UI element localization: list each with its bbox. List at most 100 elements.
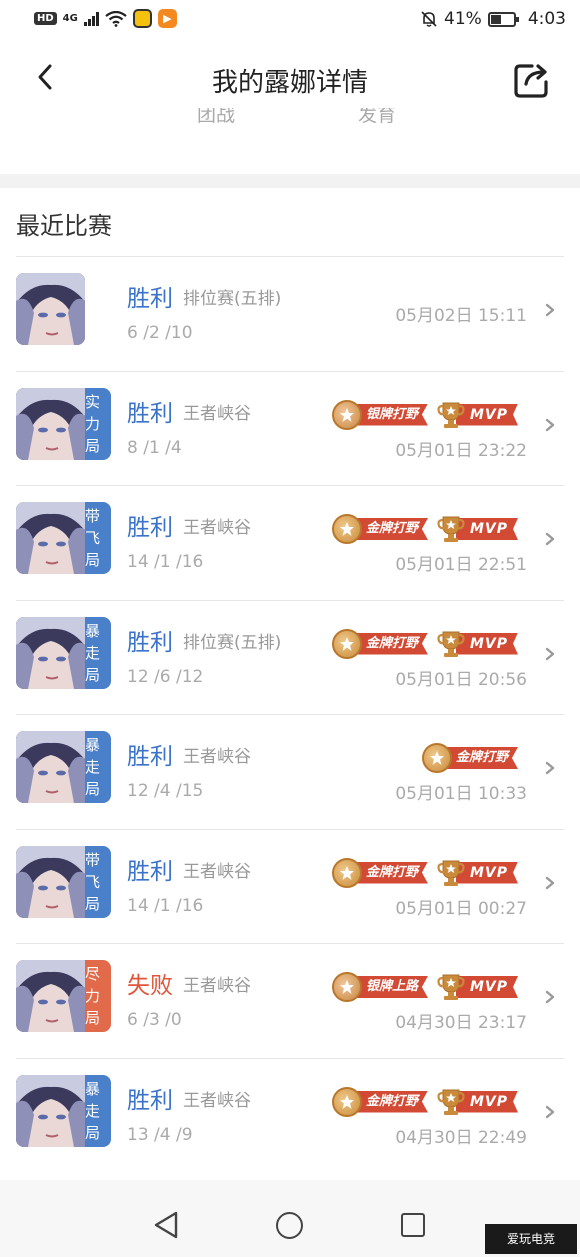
match-list: 胜利 排位赛(五排) 6 /2 /10 05月02日 15:11 实力局 胜利 王者峡谷 8… — [16, 256, 564, 1172]
status-right: 41% 4:03 — [420, 9, 566, 29]
chevron-right-icon[interactable] — [544, 874, 556, 895]
share-button[interactable] — [512, 60, 552, 100]
hero-avatar: 暴走局 — [16, 1074, 111, 1147]
status-bar: HD 4G ▶ 41% 4:03 — [0, 0, 580, 40]
hero-avatar: 带飞局 — [16, 845, 111, 918]
tab-development[interactable]: 发育 — [358, 108, 396, 124]
mute-bell-icon — [421, 11, 437, 27]
hd-icon: HD — [34, 12, 57, 25]
match-mode: 排位赛(五排) — [183, 632, 282, 653]
match-tag: 尽力局 — [85, 960, 111, 1032]
section-title: 最近比赛 — [16, 212, 112, 240]
match-mode: 王者峡谷 — [183, 403, 251, 424]
hero-avatar: 暴走局 — [16, 616, 111, 689]
match-mode: 排位赛(五排) — [183, 289, 282, 309]
match-badges: 金牌打野 — [421, 741, 518, 775]
hero-portrait — [16, 273, 85, 345]
match-kda: 13 /4 /9 — [127, 1124, 193, 1145]
match-row[interactable]: 暴走局 胜利 排位赛(五排) 12 /6 /12 金牌打野 MVP 05月01日 20:56 — [16, 599, 564, 715]
hero-portrait — [16, 616, 86, 689]
match-result: 胜利 — [127, 629, 173, 656]
badge-label: 金牌打野 — [351, 632, 428, 655]
nav-recent-icon[interactable] — [401, 1213, 425, 1237]
match-result: 失败 — [127, 973, 173, 999]
chevron-right-icon[interactable] — [544, 988, 556, 1009]
badge-label: 金牌打野 — [351, 1090, 428, 1113]
match-result: 胜利 — [127, 286, 173, 312]
match-mode: 王者峡谷 — [183, 518, 251, 538]
match-mode: 王者峡谷 — [183, 861, 251, 882]
role-badge: 金牌打野 — [331, 1085, 428, 1119]
badge-label: 金牌打野 — [441, 747, 518, 769]
badge-label: 金牌打野 — [351, 861, 428, 884]
medal-icon — [331, 1086, 362, 1117]
match-time: 04月30日 23:17 — [395, 1013, 527, 1033]
role-badge: 金牌打野 — [421, 741, 518, 775]
match-result: 胜利 — [127, 744, 173, 770]
app-icon — [132, 9, 152, 28]
hero-portrait — [16, 387, 86, 460]
tab-teamfight[interactable]: 团战 — [197, 108, 235, 124]
video-app-icon: ▶ — [157, 9, 177, 28]
hero-portrait — [16, 502, 86, 574]
match-row[interactable]: 胜利 排位赛(五排) 6 /2 /10 05月02日 15:11 — [16, 256, 564, 371]
trophy-icon — [436, 972, 466, 1002]
match-kda: 12 /4 /15 — [127, 781, 204, 801]
match-tag: 暴走局 — [85, 731, 111, 803]
hero-avatar: 带飞局 — [16, 502, 111, 574]
match-time: 05月01日 20:56 — [395, 669, 527, 690]
wifi-icon — [105, 10, 127, 27]
chevron-right-icon[interactable] — [544, 301, 556, 322]
medal-icon — [331, 857, 362, 888]
medal-icon — [331, 399, 362, 430]
role-badge: 金牌打野 — [331, 627, 428, 661]
page-title: 我的露娜详情 — [211, 68, 368, 98]
hero-portrait — [16, 1074, 86, 1147]
mvp-badge: MVP — [436, 856, 518, 890]
match-tag: 暴走局 — [85, 616, 111, 689]
chevron-right-icon[interactable] — [544, 416, 556, 437]
match-result: 胜利 — [127, 400, 173, 427]
match-tag: 实力局 — [85, 387, 111, 460]
match-row[interactable]: 实力局 胜利 王者峡谷 8 /1 /4 银牌打野 MVP 05月01日 23:22 — [16, 370, 564, 486]
match-row[interactable]: 带飞局 胜利 王者峡谷 14 /1 /16 金牌打野 MVP 05月01日 22:51 — [16, 485, 564, 600]
clock: 4:03 — [527, 9, 566, 29]
role-badge: 银牌上路 — [331, 970, 428, 1004]
trophy-icon — [436, 1087, 466, 1117]
match-result: 胜利 — [127, 1087, 173, 1114]
hero-portrait — [16, 731, 86, 803]
nav-back-icon[interactable] — [152, 1210, 180, 1240]
match-result: 胜利 — [127, 858, 173, 885]
trophy-icon — [436, 514, 466, 544]
match-badges: 金牌打野 MVP — [331, 1085, 518, 1119]
chevron-right-icon[interactable] — [544, 530, 556, 551]
watermark-logo: 爱玩电竞 — [485, 1224, 577, 1254]
match-row[interactable]: 暴走局 胜利 王者峡谷 13 /4 /9 金牌打野 MVP 04月30日 22:49 — [16, 1057, 564, 1173]
match-time: 05月01日 22:51 — [395, 555, 527, 575]
match-row[interactable]: 带飞局 胜利 王者峡谷 14 /1 /16 金牌打野 MVP 05月01日 00:27 — [16, 828, 564, 944]
4g-signal-icon: 4G — [62, 13, 78, 24]
trophy-icon — [436, 629, 466, 659]
chevron-right-icon[interactable] — [544, 759, 556, 780]
match-time: 05月01日 23:22 — [395, 440, 527, 461]
match-kda: 8 /1 /4 — [127, 437, 182, 458]
match-mode: 王者峡谷 — [183, 976, 251, 996]
match-result: 胜利 — [127, 515, 173, 541]
match-tag: 暴走局 — [85, 1074, 111, 1147]
match-kda: 6 /2 /10 — [127, 323, 193, 343]
mvp-badge: MVP — [436, 627, 518, 661]
trophy-icon — [436, 858, 466, 888]
match-row[interactable]: 暴走局 胜利 王者峡谷 12 /4 /15 金牌打野 05月01日 10:33 — [16, 714, 564, 829]
chevron-right-icon[interactable] — [544, 645, 556, 666]
match-tag: 带飞局 — [85, 845, 111, 918]
chevron-right-icon[interactable] — [544, 1103, 556, 1124]
nav-home-icon[interactable] — [276, 1212, 303, 1239]
medal-icon — [421, 743, 452, 773]
match-time: 05月01日 00:27 — [395, 898, 527, 919]
badge-label: 银牌上路 — [351, 976, 428, 998]
share-icon — [514, 64, 548, 98]
match-row[interactable]: 尽力局 失败 王者峡谷 6 /3 /0 银牌上路 MVP 04月30日 23:17 — [16, 943, 564, 1058]
mvp-badge: MVP — [436, 970, 518, 1004]
medal-icon — [331, 628, 362, 659]
match-badges: 金牌打野 MVP — [331, 627, 518, 661]
